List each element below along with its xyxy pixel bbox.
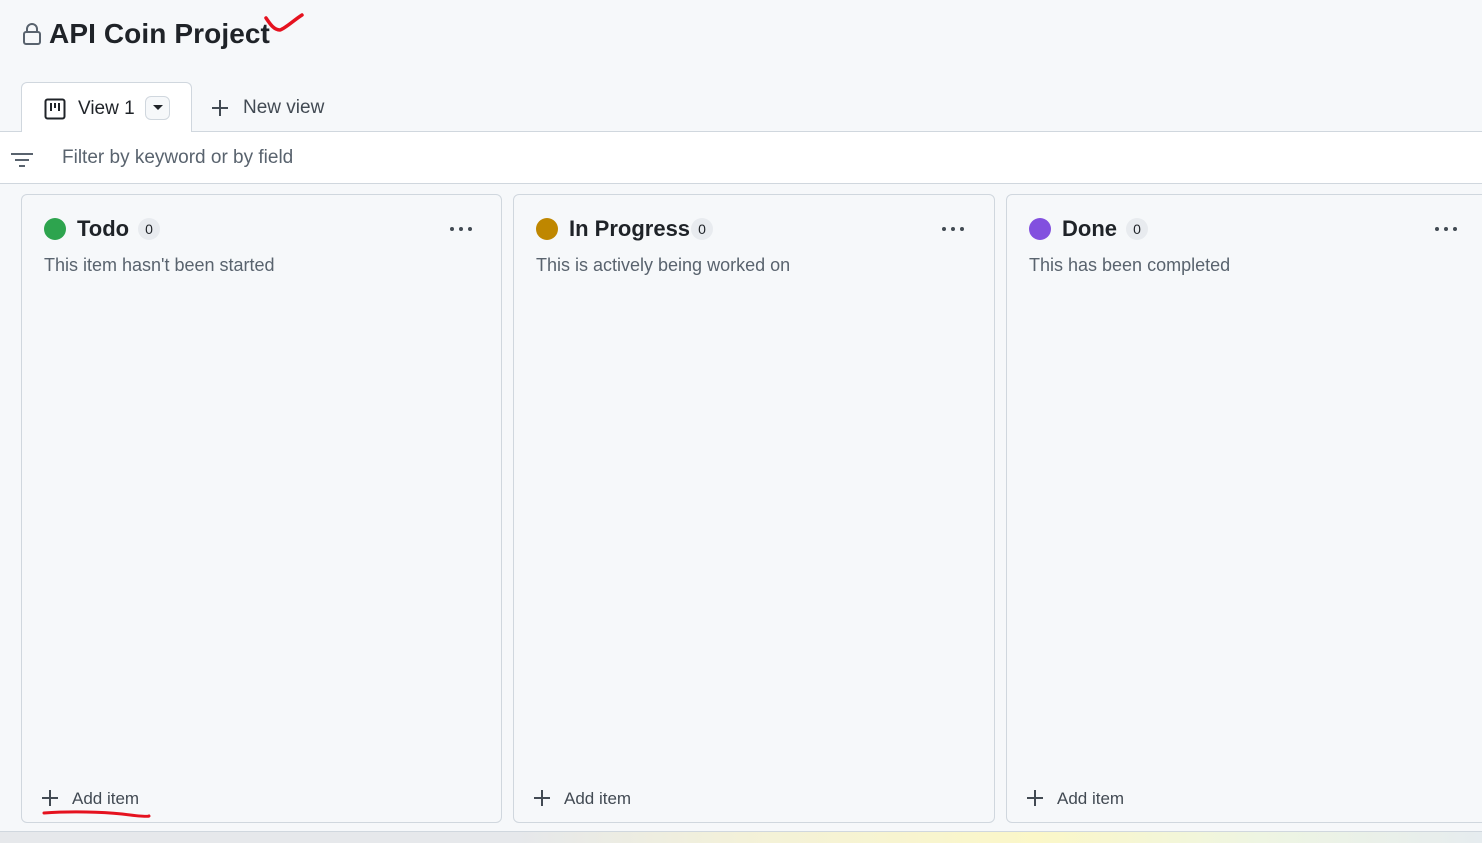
column-todo: Todo 0 This item hasn't been started Add… bbox=[21, 194, 502, 823]
plus-icon bbox=[1027, 790, 1043, 806]
status-dot bbox=[44, 218, 66, 240]
plus-icon bbox=[212, 100, 228, 116]
red-checkmark-annotation bbox=[264, 13, 304, 32]
column-description: This has been completed bbox=[1029, 255, 1231, 275]
column-menu-button[interactable] bbox=[448, 217, 478, 241]
filter-icon[interactable] bbox=[10, 152, 34, 168]
project-header: API Coin Project bbox=[0, 0, 1482, 82]
column-done: Done 0 This has been completed Add item bbox=[1006, 194, 1482, 823]
tab-label: View 1 bbox=[78, 98, 135, 119]
column-description: This item hasn't been started bbox=[44, 255, 275, 275]
red-underline-annotation bbox=[42, 810, 151, 818]
item-count-badge: 0 bbox=[691, 218, 713, 240]
status-dot bbox=[1029, 218, 1051, 240]
bottom-edge bbox=[0, 831, 1482, 843]
lock-icon bbox=[23, 23, 41, 45]
column-title: In Progress bbox=[569, 216, 691, 241]
add-item-label: Add item bbox=[564, 789, 632, 808]
column-menu-button[interactable] bbox=[1433, 217, 1463, 241]
filter-bar bbox=[0, 132, 1482, 184]
add-item-label: Add item bbox=[72, 789, 140, 808]
caret-down-icon bbox=[153, 105, 163, 110]
column-menu-button[interactable] bbox=[940, 217, 970, 241]
plus-icon bbox=[42, 790, 58, 806]
status-dot bbox=[536, 218, 558, 240]
view-options-dropdown[interactable] bbox=[145, 96, 170, 120]
column-description: This is actively being worked on bbox=[536, 255, 791, 275]
column-title: Todo bbox=[77, 216, 130, 241]
new-view-label: New view bbox=[243, 97, 325, 118]
view-tabs: View 1 New view bbox=[0, 82, 1482, 133]
item-count-badge: 0 bbox=[1126, 218, 1148, 240]
filter-input[interactable] bbox=[52, 142, 952, 174]
column-title: Done bbox=[1062, 216, 1117, 241]
project-title: API Coin Project bbox=[49, 18, 270, 49]
column-in-progress: In Progress 0 This is actively being wor… bbox=[513, 194, 995, 823]
board-icon bbox=[44, 98, 66, 120]
tab-view-1[interactable]: View 1 bbox=[21, 82, 192, 133]
plus-icon bbox=[534, 790, 550, 806]
add-item-label: Add item bbox=[1057, 789, 1125, 808]
item-count-badge: 0 bbox=[138, 218, 160, 240]
